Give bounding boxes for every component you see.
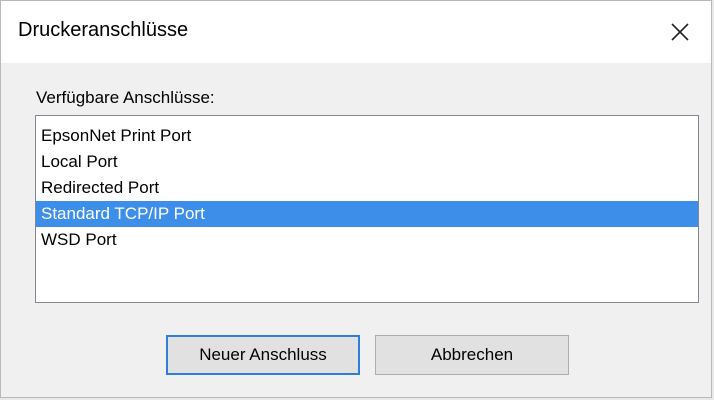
close-icon [671, 23, 689, 41]
ports-listbox[interactable]: EpsonNet Print Port Local Port Redirecte… [35, 115, 699, 303]
cancel-button[interactable]: Abbrechen [375, 335, 569, 375]
dialog-title: Druckeranschlüsse [18, 19, 189, 41]
port-item-redirected[interactable]: Redirected Port [36, 175, 698, 201]
title-bar: Druckeranschlüsse [1, 1, 711, 63]
available-ports-label: Verfügbare Anschlüsse: [36, 88, 215, 107]
close-button[interactable] [657, 9, 703, 55]
port-item-wsd[interactable]: WSD Port [36, 227, 698, 253]
port-item-epsonnet[interactable]: EpsonNet Print Port [36, 123, 698, 149]
port-item-standard-tcpip[interactable]: Standard TCP/IP Port [36, 201, 698, 227]
port-item-local[interactable]: Local Port [36, 149, 698, 175]
new-port-button[interactable]: Neuer Anschluss [166, 335, 360, 375]
printer-ports-dialog: Druckeranschlüsse Verfügbare Anschlüsse:… [0, 0, 712, 398]
